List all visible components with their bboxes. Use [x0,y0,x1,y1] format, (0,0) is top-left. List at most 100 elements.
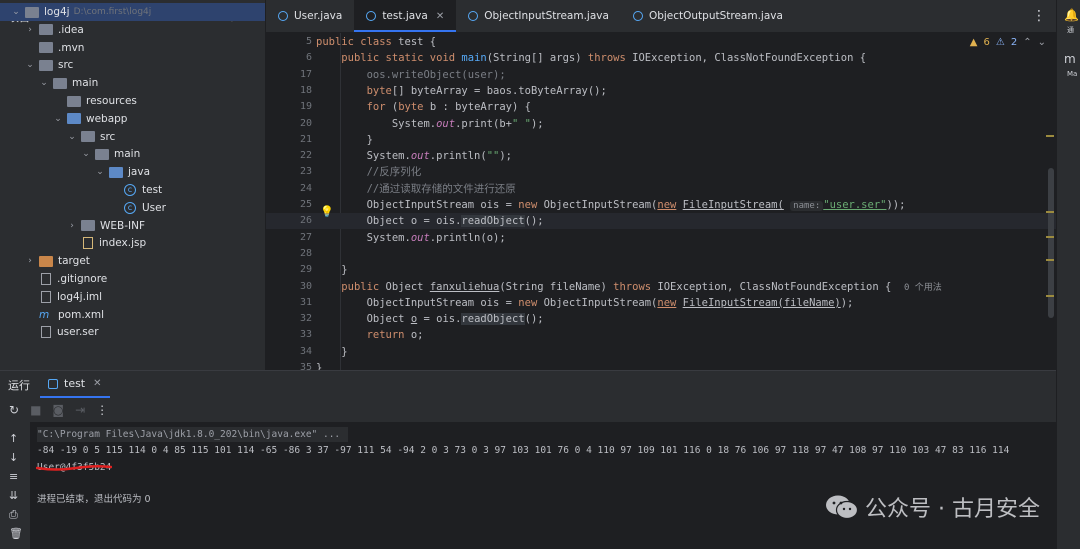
tree-item-webapp[interactable]: ⌄ webapp [0,110,265,128]
chevron-down-icon[interactable]: ⌄ [52,114,64,124]
chevron-right-icon[interactable]: › [66,221,78,231]
stop-icon[interactable]: ■ [30,403,41,417]
error-stripe-marker[interactable] [1046,295,1054,297]
chevron-down-icon[interactable]: ⌄ [10,7,22,17]
code-text[interactable]: } [316,132,373,148]
line-number[interactable]: 19 [266,99,312,115]
code-text[interactable]: public Object fanxuliehua(String fileNam… [316,279,942,296]
line-number[interactable]: 6 [266,50,312,66]
code-line[interactable]: 31 ObjectInputStream ois = new ObjectInp… [266,295,1056,311]
code-line[interactable]: 27 System.out.println(o); [266,230,1056,246]
close-icon[interactable]: ✕ [93,378,101,389]
error-stripe-marker[interactable] [1046,236,1054,238]
code-line[interactable]: 26 Object o = ois.readObject(); [266,213,1056,230]
console-output[interactable]: "C:\Program Files\Java\jdk1.8.0_202\bin\… [30,422,1056,549]
tree-item-src[interactable]: ⌄ src [0,56,265,74]
notifications-icon[interactable]: 🔔 [1064,8,1079,22]
code-text[interactable]: oos.writeObject(user); [316,67,506,83]
code-text[interactable]: } [316,360,322,370]
code-text[interactable]: public static void main(String[] args) t… [316,50,866,66]
line-number[interactable]: 30 [266,279,312,295]
code-text[interactable]: } [316,262,347,278]
tree-item-src[interactable]: ⌄ src [0,128,265,146]
chevron-down-icon[interactable]: ⌄ [1038,37,1046,48]
code-text[interactable]: ObjectInputStream ois = new ObjectInputS… [316,197,905,214]
line-number[interactable]: 32 [266,311,312,327]
code-line[interactable]: 17 oos.writeObject(user); [266,67,1056,83]
line-number[interactable]: 31 [266,295,312,311]
arrow-up-icon[interactable]: ↑ [9,432,18,445]
chevron-down-icon[interactable]: ⌄ [24,60,36,70]
line-number[interactable]: 22 [266,148,312,164]
line-number[interactable]: 18 [266,83,312,99]
line-number[interactable]: 20 [266,116,312,132]
chevron-right-icon[interactable]: › [24,25,36,35]
line-number[interactable]: 28 [266,246,312,262]
trash-icon[interactable]: 🗑 [9,527,23,540]
code-line[interactable]: 34 } [266,344,1056,360]
code-text[interactable]: byte[] byteArray = baos.toByteArray(); [316,83,607,99]
line-number[interactable]: 5 [266,34,312,50]
code-text[interactable]: Object o = ois.readObject(); [316,311,544,327]
code-line[interactable]: 5 public class test { [266,34,1056,50]
code-line[interactable]: 23 //反序列化 [266,164,1056,180]
arrow-down-icon[interactable]: ↓ [9,451,18,464]
tree-item-pom-xml[interactable]: m pom.xml [0,306,265,324]
line-number[interactable]: 34 [266,344,312,360]
tree-item-test[interactable]: c test [0,181,265,199]
tree-item-idea[interactable]: › .idea [0,21,265,39]
chevron-up-icon[interactable]: ⌃ [1023,37,1031,48]
code-line[interactable]: 25 ObjectInputStream ois = new ObjectInp… [266,197,1056,213]
tab-test-java[interactable]: test.java ✕ [354,0,457,32]
tree-item-target[interactable]: › target [0,252,265,270]
error-stripe-marker[interactable] [1046,135,1054,137]
run-tab-test[interactable]: test ✕ [40,371,110,398]
line-number[interactable]: 23 [266,164,312,180]
chevron-right-icon[interactable]: › [24,256,36,266]
maven-icon[interactable]: m [1064,52,1076,66]
line-number[interactable]: 29 [266,262,312,278]
code-text[interactable]: //通过读取存储的文件进行还原 [316,181,516,197]
code-text[interactable]: System.out.println(o); [316,230,506,246]
code-line[interactable]: 28 [266,246,1056,262]
tree-item-java[interactable]: ⌄ java [0,163,265,181]
line-number[interactable]: 21 [266,132,312,148]
code-line[interactable]: 32 Object o = ois.readObject(); [266,311,1056,327]
tree-item-mvn[interactable]: .mvn [0,39,265,57]
tree-item-user[interactable]: c User [0,199,265,217]
chevron-down-icon[interactable]: ⌄ [66,132,78,142]
chevron-down-icon[interactable]: ⌄ [94,167,106,177]
tree-item-gitignore[interactable]: .gitignore [0,270,265,288]
code-text[interactable]: ObjectInputStream ois = new ObjectInputS… [316,295,854,311]
code-text[interactable]: System.out.println(""); [316,148,512,164]
code-line[interactable]: 29 } [266,262,1056,278]
line-number[interactable]: 25 [266,197,312,213]
code-text[interactable]: for (byte b : byteArray) { [316,99,531,115]
tab-objectinputstream-java[interactable]: ObjectInputStream.java [456,0,621,32]
more-options-icon[interactable]: ⋮ [1022,0,1056,32]
line-number[interactable]: 26 [266,213,312,229]
tree-item-user-ser[interactable]: user.ser [0,323,265,341]
line-number[interactable]: 33 [266,327,312,343]
inspection-widget[interactable]: ▲ 6 ⚠ 2 ⌃ ⌄ [970,37,1046,48]
code-line[interactable]: 22 System.out.println(""); [266,148,1056,164]
code-text[interactable]: return o; [316,327,424,343]
lightbulb-icon[interactable]: 💡 [320,205,334,218]
camera-icon[interactable]: ◙ [52,403,64,417]
line-number[interactable]: 24 [266,181,312,197]
tree-item-log4j-iml[interactable]: log4j.iml [0,288,265,306]
code-line[interactable]: 6 public static void main(String[] args)… [266,50,1056,66]
tree-item-web-inf[interactable]: › WEB-INF [0,217,265,235]
error-stripe-marker[interactable] [1046,259,1054,261]
code-line[interactable]: 24 //通过读取存储的文件进行还原 [266,181,1056,197]
error-stripe-marker[interactable] [1046,211,1054,213]
tab-objectoutputstream-java[interactable]: ObjectOutputStream.java [621,0,795,32]
code-line[interactable]: 30 public Object fanxuliehua(String file… [266,279,1056,295]
code-line[interactable]: 20 System.out.print(b+" "); [266,116,1056,132]
code-text[interactable]: } [316,344,347,360]
code-line[interactable]: 19 for (byte b : byteArray) { [266,99,1056,115]
soft-wrap-icon[interactable]: ≡ [9,470,18,483]
tree-item-main[interactable]: ⌄ main [0,74,265,92]
code-line[interactable]: 21 } [266,132,1056,148]
code-editor[interactable]: 5 public class test {6 public static void… [266,33,1056,370]
